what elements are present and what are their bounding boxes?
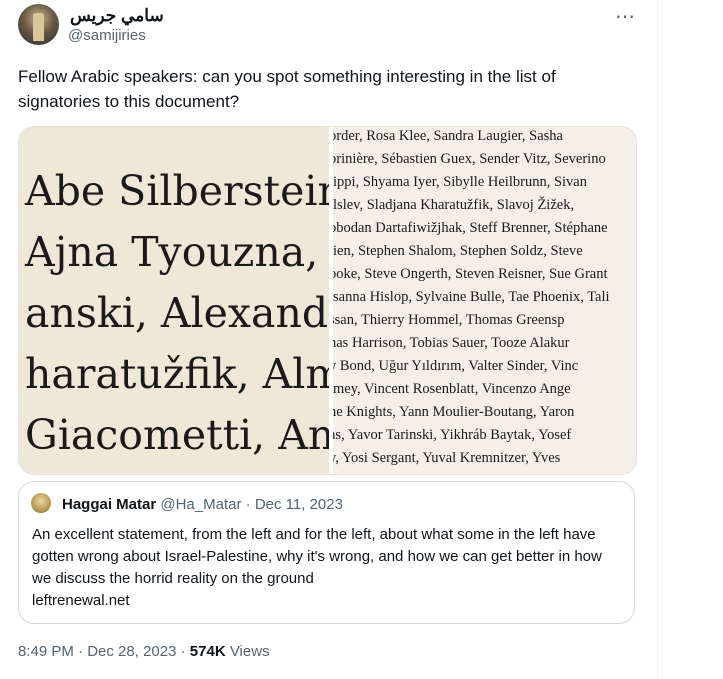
quoted-header: Haggai Matar @Ha_Matar · Dec 11, 2023 (62, 496, 343, 513)
tweet-text: Fellow Arabic speakers: can you spot som… (18, 67, 556, 111)
list-line: lien, Stephen Shalom, Stephen Soldz, Ste… (333, 243, 583, 259)
list-line: ne Knights, Yann Moulier-Boutang, Yaron (333, 404, 575, 420)
zoom-line: Giacometti, Andr (25, 411, 329, 459)
quoted-avatar (31, 493, 51, 513)
quoted-link[interactable]: leftrenewal.net (32, 590, 622, 612)
list-line: ooke, Steve Ongerth, Steven Reisner, Sue… (333, 266, 608, 282)
tweet-image[interactable]: Abe Silberstein, Ajna Tyouzna, A anski, … (18, 126, 637, 475)
tweet-meta: 8:49 PM · Dec 28, 2023 · 574K Views (18, 643, 270, 660)
list-line: y Bond, Uğur Yıldırım, Valter Sinder, Vi… (333, 358, 579, 374)
quoted-author-handle: @Ha_Matar (160, 496, 242, 513)
zoom-line: Ajna Tyouzna, A (25, 228, 329, 276)
list-line: ılslev, Sladjana Kharatužfik, Slavoj Žiž… (333, 197, 575, 213)
quoted-tweet[interactable]: Haggai Matar @Ha_Matar · Dec 11, 2023 An… (18, 481, 635, 624)
quoted-author-name: Haggai Matar (62, 496, 157, 513)
list-line: as, Yavor Tarinski, Yikhráb Baytak, Yose… (333, 427, 572, 443)
list-line: nas Harrison, Tobias Sauer, Tooze Alakur (333, 335, 570, 351)
author-avatar[interactable] (18, 4, 59, 45)
tweet-date[interactable]: Dec 28, 2023 (87, 643, 176, 660)
quoted-body: An excellent statement, from the left an… (32, 524, 622, 612)
zoom-line: Abe Silberstein, (25, 167, 329, 215)
more-options-icon[interactable]: ⋯ (615, 4, 636, 29)
zoom-line: haratužfik, Alma (25, 350, 329, 398)
timeline-border (657, 0, 658, 679)
list-line: order, Rosa Klee, Sandra Laugier, Sasha (333, 128, 563, 144)
meta-separator: · (78, 643, 84, 660)
zoomed-names-panel: Abe Silberstein, Ajna Tyouzna, A anski, … (19, 127, 329, 474)
views-label: Views (229, 643, 270, 660)
list-line: ımey, Vincent Rosenblatt, Vincenzo Ange (333, 381, 571, 397)
list-line: y, Yosi Sergant, Yuval Kremnitzer, Yves (333, 450, 561, 466)
views-count: 574K (189, 643, 226, 660)
author-display-name[interactable]: سامي جريس (70, 6, 164, 26)
list-line: orinière, Sébastien Guex, Sender Vitz, S… (333, 151, 606, 167)
author-handle[interactable]: @samijiries (68, 27, 146, 44)
list-line: ssan, Thierry Hommel, Thomas Greensp (333, 312, 565, 328)
list-line: obodan Dartafiwižjhak, Steff Brenner, St… (333, 220, 608, 236)
zoom-line: anski, Alexander (25, 289, 329, 337)
quoted-date: Dec 11, 2023 (254, 496, 343, 513)
tweet-time[interactable]: 8:49 PM (18, 643, 74, 660)
list-line: ısanna Hislop, Sylvaine Bulle, Tae Phoen… (333, 289, 610, 305)
quoted-separator: · (245, 496, 251, 513)
list-line: lippi, Shyama Iyer, Sibylle Heilbrunn, S… (333, 174, 587, 190)
signatory-list-panel: order, Rosa Klee, Sandra Laugier, Sasha … (333, 127, 636, 474)
quoted-text: An excellent statement, from the left an… (32, 526, 602, 587)
meta-separator: · (180, 643, 186, 660)
